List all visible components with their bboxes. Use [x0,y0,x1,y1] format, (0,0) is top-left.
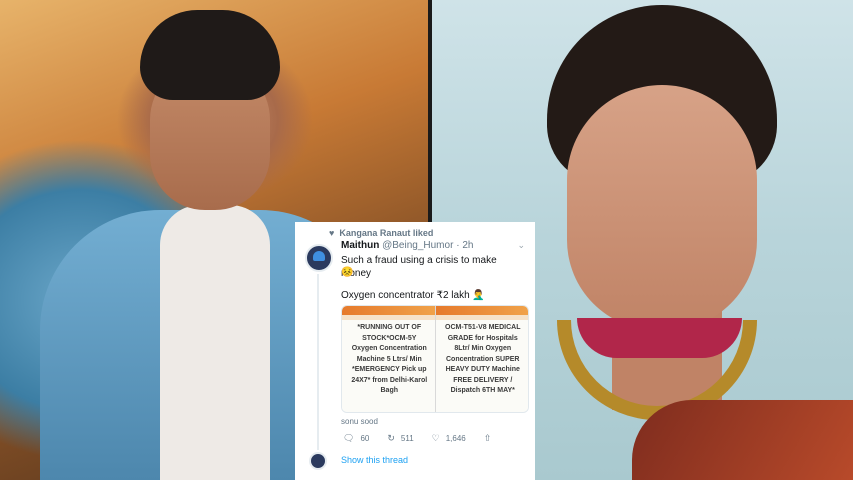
tweet-time[interactable]: 2h [462,240,473,251]
ad-line: STOCK*OCM-5Y [362,334,417,342]
ad-line: FREE DELIVERY / [453,376,513,384]
photo-tshirt [160,205,270,480]
share-icon: ⇧ [483,433,492,443]
photo-choker [577,318,742,358]
thread-line [317,274,319,450]
liked-by-row: ♥ Kangana Ranaut liked [329,228,433,238]
avatar[interactable] [305,244,333,272]
ad-line: 24X7* from Delhi-Karol [351,376,428,384]
like-count: 1,646 [445,434,466,443]
retweet-icon: ↻ [387,433,395,443]
media-caption: sonu sood [341,417,378,426]
ad-line: Bagh [380,387,399,394]
ad-left[interactable]: *RUNNING OUT OF STOCK*OCM-5Y Oxygen Conc… [342,306,435,412]
ad-header-strip [342,306,435,315]
ad-line: Concentration SUPER [445,355,520,363]
show-thread-link[interactable]: Show this thread [341,455,408,465]
ad-line: *RUNNING OUT OF [357,324,422,331]
reply-count: 60 [360,434,370,443]
tweet-text-line2: Oxygen concentrator ₹2 lakh 🤦‍♂️ [341,290,485,301]
retweet-button[interactable]: ↻ 511 [387,433,413,444]
separator: · [456,240,460,251]
ad-header-strip [435,306,528,315]
ad-line: Machine 5 Ltrs/ Min [356,355,422,363]
ad-line: Dispatch 6TH MAY* [450,387,515,394]
ad-line: *EMERGENCY Pick up [351,366,427,373]
ad-line: GRADE for Hospitals [447,334,518,342]
retweet-count: 511 [400,434,414,443]
reply-button[interactable]: 🗨 60 [343,433,369,444]
ad-line: 8Ltr/ Min Oxygen [454,345,512,352]
share-button[interactable]: ⇧ [484,433,492,444]
liked-by-text: Kangana Ranaut liked [339,228,434,238]
photo-hair [140,10,280,100]
like-button[interactable]: ♡ 1,646 [432,433,466,444]
ad-right[interactable]: OCM-T51-V8 MEDICAL GRADE for Hospitals 8… [434,306,529,412]
reply-icon: 🗨 [343,433,355,443]
tweet-media[interactable]: *RUNNING OUT OF STOCK*OCM-5Y Oxygen Conc… [341,305,529,413]
chevron-down-icon[interactable]: ⌄ [517,240,525,251]
photo-face [567,85,757,330]
tweet-actions: 🗨 60 ↻ 511 ♡ 1,646 ⇧ [343,433,491,444]
tweet-text-line1: Such a fraud using a crisis to make mone… [341,255,497,279]
author-name[interactable]: Maithun [341,240,379,251]
ad-left-body: *RUNNING OUT OF STOCK*OCM-5Y Oxygen Conc… [342,320,435,397]
photo-saree [632,400,853,480]
ad-line: OCM-T51-V8 MEDICAL [445,324,521,331]
ad-line: Oxygen Concentration [351,345,427,352]
heart-icon: ♥ [329,228,335,238]
ad-right-body: OCM-T51-V8 MEDICAL GRADE for Hospitals 8… [436,320,529,397]
avatar[interactable] [309,452,327,470]
tweet-card[interactable]: ♥ Kangana Ranaut liked Maithun @Being_Hu… [295,222,535,480]
ad-line: HEAVY DUTY Machine [445,366,520,373]
tweet-header: Maithun @Being_Humor · 2h [341,240,531,251]
author-handle[interactable]: @Being_Humor [382,240,453,251]
like-icon: ♡ [431,433,440,443]
tweet-emoji: 😣 [341,267,354,278]
